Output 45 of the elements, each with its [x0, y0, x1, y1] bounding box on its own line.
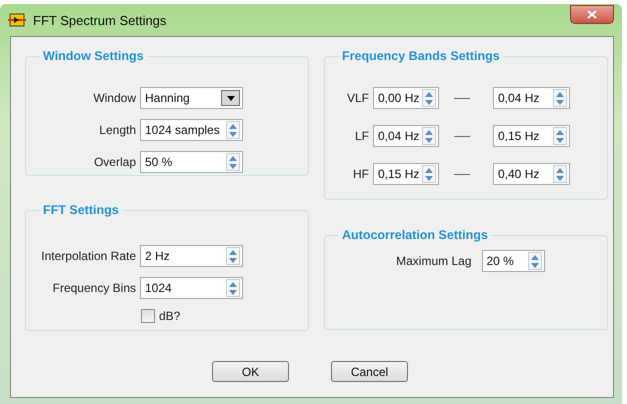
band-label: LF [354, 129, 369, 143]
app-icon [8, 13, 26, 27]
number-field[interactable]: 1024 [140, 277, 243, 299]
field-label: Interpolation Rate [40, 249, 136, 263]
checkbox[interactable] [141, 309, 155, 323]
field-label: Window [92, 91, 136, 105]
spinner-arrows[interactable] [422, 127, 436, 145]
number-field[interactable]: 0,15 Hz [373, 163, 439, 185]
window-title: FFT Spectrum Settings [33, 12, 168, 28]
number-field[interactable]: 1024 samples [140, 119, 243, 141]
number-field[interactable]: 50 % [140, 151, 243, 173]
field-label: Overlap [92, 155, 136, 169]
dialog-button[interactable]: OK [212, 361, 289, 382]
group-title: Window Settings [42, 49, 145, 63]
number-field[interactable]: 0,15 Hz [493, 125, 570, 147]
band-label: VLF [346, 91, 369, 105]
spinner-arrows[interactable] [553, 165, 567, 183]
checkbox-label: dB? [159, 309, 182, 323]
field-label: Frequency Bins [52, 281, 136, 295]
close-button[interactable] [570, 4, 614, 24]
number-field[interactable]: 2 Hz [140, 245, 243, 267]
spinner-arrows[interactable] [226, 153, 240, 171]
number-field[interactable]: 0,00 Hz [373, 87, 439, 109]
spinner-arrows[interactable] [422, 165, 436, 183]
number-field[interactable]: 20 % [482, 250, 544, 272]
spinner-arrows[interactable] [422, 89, 436, 107]
spinner-arrows[interactable] [226, 247, 240, 265]
close-icon [587, 10, 597, 18]
field-label: Maximum Lag [395, 254, 472, 268]
caret-icon[interactable] [221, 90, 240, 106]
group-title: Frequency Bands Settings [341, 49, 501, 63]
number-field[interactable]: 0,40 Hz [493, 163, 570, 185]
group-title: FFT Settings [42, 203, 120, 217]
spinner-arrows[interactable] [226, 279, 240, 297]
spinner-arrows[interactable] [226, 121, 240, 139]
number-field[interactable]: 0,04 Hz [493, 87, 570, 109]
field-label: Length [98, 123, 136, 137]
band-label: HF [352, 167, 369, 181]
group-title: Autocorrelation Settings [341, 228, 489, 242]
spinner-arrows[interactable] [528, 252, 542, 270]
number-field[interactable]: 0,04 Hz [373, 125, 439, 147]
dialog-button[interactable]: Cancel [331, 361, 408, 382]
spinner-arrows[interactable] [553, 127, 567, 145]
window-dropdown[interactable]: Hanning [140, 87, 243, 109]
spinner-arrows[interactable] [553, 89, 567, 107]
